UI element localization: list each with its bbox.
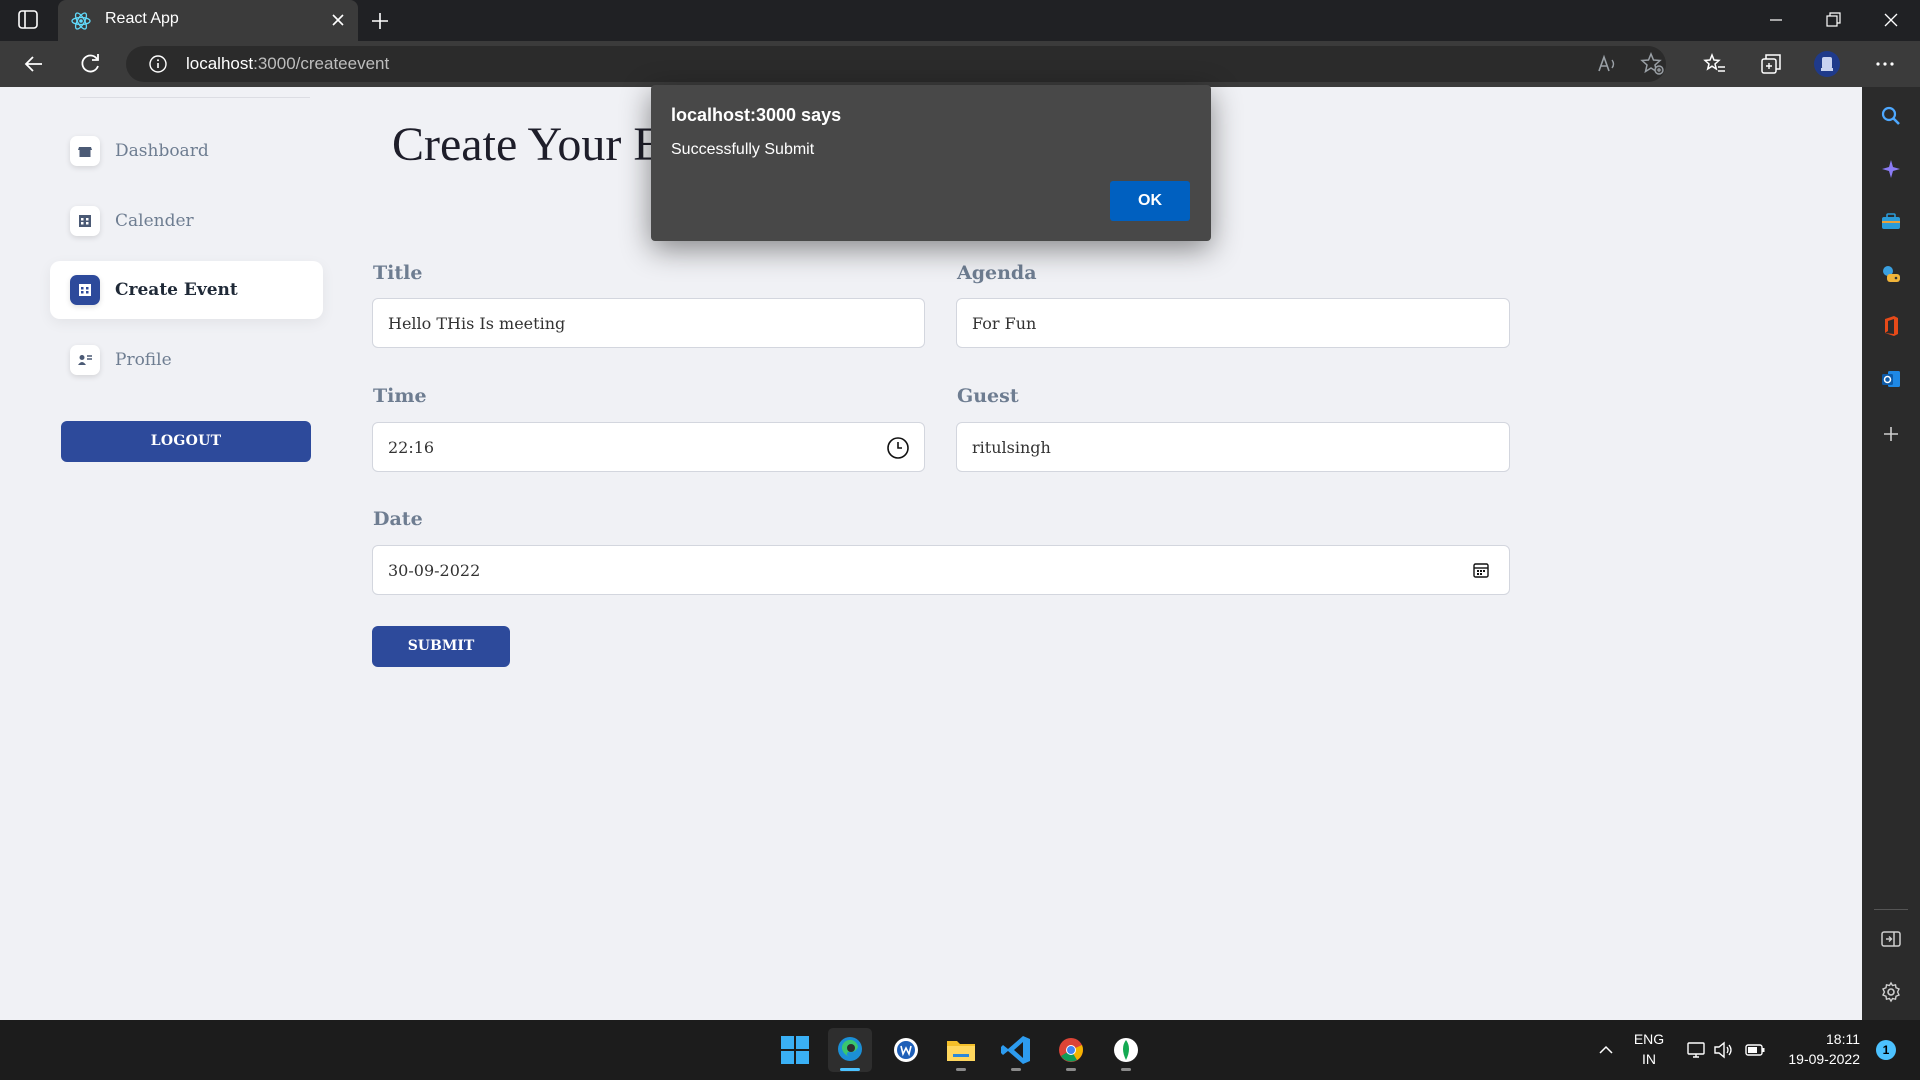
calendar-grid-icon xyxy=(70,206,100,236)
games-icon[interactable] xyxy=(1879,262,1903,286)
browser-sidebar xyxy=(1862,87,1920,1020)
calendar-icon[interactable] xyxy=(1471,560,1491,580)
back-arrow-icon[interactable] xyxy=(20,50,48,78)
dialog-title: localhost:3000 says xyxy=(671,105,842,125)
time-input[interactable]: 22:16 xyxy=(372,422,925,472)
page-title: Create Your Ev xyxy=(392,118,687,171)
sidebar-item-label: Dashboard xyxy=(115,141,209,161)
date-value: 30-09-2022 xyxy=(388,561,481,580)
language-code[interactable]: ENG xyxy=(1632,1031,1666,1047)
file-explorer-icon[interactable] xyxy=(939,1028,983,1072)
chevron-up-icon[interactable] xyxy=(1595,1039,1617,1061)
more-menu-icon[interactable] xyxy=(1871,50,1899,78)
new-tab-icon[interactable] xyxy=(368,9,392,33)
calendar-grid-icon xyxy=(70,275,100,305)
title-input[interactable]: Hello THis Is meeting xyxy=(372,298,925,348)
submit-button[interactable]: SUBMIT xyxy=(372,626,510,667)
agenda-value: For Fun xyxy=(972,314,1037,333)
battery-icon[interactable] xyxy=(1744,1039,1766,1061)
guest-input[interactable]: ritulsingh xyxy=(956,422,1510,472)
close-window-icon[interactable] xyxy=(1879,8,1903,32)
url-host: localhost xyxy=(186,54,254,73)
sidebar-divider xyxy=(80,97,310,98)
tab-title: React App xyxy=(105,10,179,27)
sidebar-item-label: Calender xyxy=(115,211,194,231)
browser-titlebar: React App xyxy=(0,0,1920,41)
profile-avatar-icon[interactable] xyxy=(1813,50,1841,78)
vscode-icon[interactable] xyxy=(994,1028,1038,1072)
react-logo-icon xyxy=(70,10,92,32)
store-icon xyxy=(70,136,100,166)
browser-tab[interactable]: React App xyxy=(58,0,358,41)
taskbar: ENG IN 18:11 19-09-2022 1 xyxy=(0,1020,1920,1080)
sidebar-item-dashboard[interactable]: Dashboard xyxy=(50,122,323,180)
collections-icon[interactable] xyxy=(1757,50,1785,78)
discover-sparkle-icon[interactable] xyxy=(1879,157,1903,181)
sidebar-item-profile[interactable]: Profile xyxy=(50,331,323,389)
restore-icon[interactable] xyxy=(1821,8,1845,32)
ok-button[interactable]: OK xyxy=(1110,181,1190,221)
tab-actions-icon[interactable] xyxy=(17,9,41,31)
date-label: Date xyxy=(373,508,423,530)
sidebar-item-label: Profile xyxy=(115,350,172,370)
site-info-icon[interactable] xyxy=(148,54,168,74)
refresh-icon[interactable] xyxy=(76,50,104,78)
edge-browser-icon[interactable] xyxy=(828,1028,872,1072)
sidebar-item-create-event[interactable]: Create Event xyxy=(50,261,323,319)
network-icon[interactable] xyxy=(1685,1039,1707,1061)
address-bar[interactable]: localhost:3000/createevent xyxy=(126,46,1666,82)
url-path: :3000/createevent xyxy=(253,54,390,73)
guest-label: Guest xyxy=(957,385,1019,407)
windows-start-icon[interactable] xyxy=(773,1028,817,1072)
browser-toolbar: localhost:3000/createevent xyxy=(0,41,1920,87)
running-app-indicator xyxy=(1121,1068,1131,1071)
logout-button[interactable]: LOGOUT xyxy=(61,421,311,462)
sidebar-item-calender[interactable]: Calender xyxy=(50,192,323,250)
clock-icon[interactable] xyxy=(886,436,910,460)
user-card-icon xyxy=(70,345,100,375)
time-label: Time xyxy=(373,385,427,407)
language-region[interactable]: IN xyxy=(1632,1051,1666,1067)
clock-time[interactable]: 18:11 xyxy=(1780,1031,1860,1047)
running-app-indicator xyxy=(956,1068,966,1071)
outlook-icon[interactable] xyxy=(1879,367,1903,391)
dialog-message: Successfully Submit xyxy=(671,141,815,158)
favorites-icon[interactable] xyxy=(1701,50,1729,78)
read-aloud-icon[interactable] xyxy=(1593,50,1621,78)
time-value: 22:16 xyxy=(388,438,435,457)
agenda-label: Agenda xyxy=(957,262,1037,284)
active-app-indicator xyxy=(840,1068,860,1071)
clock-date[interactable]: 19-09-2022 xyxy=(1770,1051,1860,1067)
running-app-indicator xyxy=(1011,1068,1021,1071)
minimize-icon[interactable] xyxy=(1764,8,1788,32)
hide-sidebar-icon[interactable] xyxy=(1879,927,1903,951)
tools-briefcase-icon[interactable] xyxy=(1879,209,1903,233)
add-sidebar-app-icon[interactable] xyxy=(1879,422,1903,446)
tab-close-icon[interactable] xyxy=(328,10,348,30)
guest-value: ritulsingh xyxy=(972,438,1051,457)
sidebar-separator xyxy=(1874,909,1908,910)
mongodb-compass-icon[interactable] xyxy=(1104,1028,1148,1072)
office-icon[interactable] xyxy=(1879,314,1903,338)
url-text: localhost:3000/createevent xyxy=(186,54,389,74)
sidebar-item-label: Create Event xyxy=(115,280,238,300)
agenda-input[interactable]: For Fun xyxy=(956,298,1510,348)
notification-badge[interactable]: 1 xyxy=(1876,1040,1896,1060)
add-favorite-icon[interactable] xyxy=(1638,50,1666,78)
word-app-icon[interactable] xyxy=(884,1028,928,1072)
settings-gear-icon[interactable] xyxy=(1879,980,1903,1004)
volume-icon[interactable] xyxy=(1712,1039,1734,1061)
title-label: Title xyxy=(373,262,423,284)
date-input[interactable]: 30-09-2022 xyxy=(372,545,1510,595)
search-icon[interactable] xyxy=(1879,104,1903,128)
title-value: Hello THis Is meeting xyxy=(388,314,566,333)
alert-dialog: localhost:3000 says Successfully Submit … xyxy=(651,85,1211,241)
running-app-indicator xyxy=(1066,1068,1076,1071)
chrome-icon[interactable] xyxy=(1049,1028,1093,1072)
